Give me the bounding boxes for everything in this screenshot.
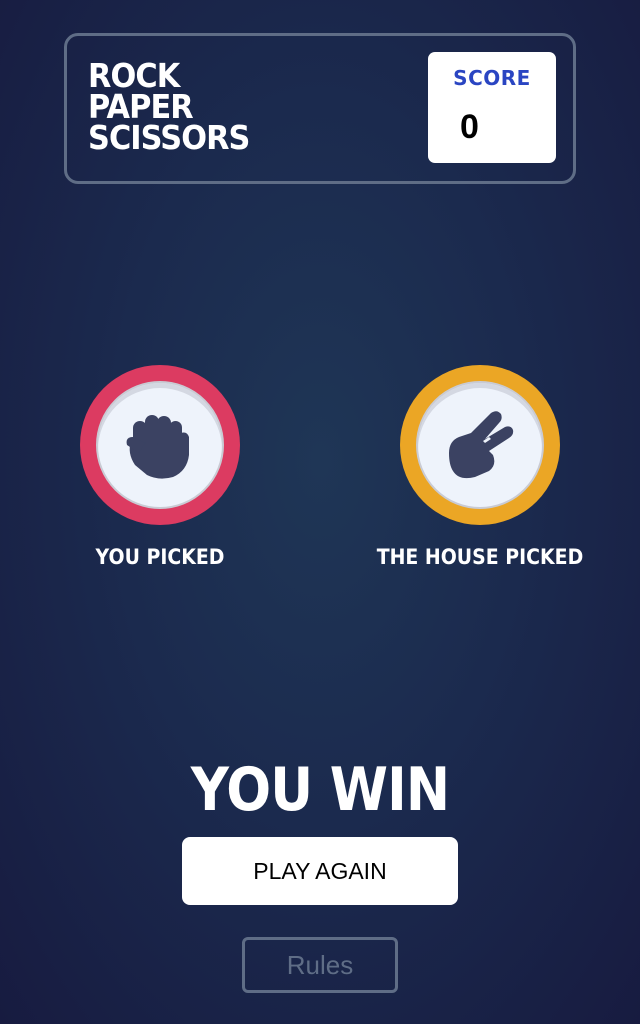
score-label: SCORE xyxy=(453,66,531,90)
result-text: YOU WIN xyxy=(190,755,450,825)
score-panel: SCORE 0 xyxy=(428,52,556,163)
scoreboard-header: ROCK PAPER SCISSORS SCORE 0 xyxy=(64,33,576,184)
score-value: 0 xyxy=(460,108,479,146)
token-face xyxy=(416,381,544,509)
token-face xyxy=(96,381,224,509)
house-pick-label: THE HOUSE PICKED xyxy=(376,545,584,569)
player-pick-label: YOU PICKED xyxy=(95,545,225,569)
house-pick-scissors-token xyxy=(400,365,560,525)
rock-hand-icon xyxy=(126,415,189,479)
game-title: ROCK PAPER SCISSORS xyxy=(88,59,250,157)
player-pick-rock-token xyxy=(80,365,240,525)
scissors-hand-icon xyxy=(449,411,514,479)
game-title-line: SCISSORS xyxy=(88,118,250,157)
play-again-button[interactable]: PLAY AGAIN xyxy=(182,837,458,905)
rules-button[interactable]: Rules xyxy=(242,937,398,993)
